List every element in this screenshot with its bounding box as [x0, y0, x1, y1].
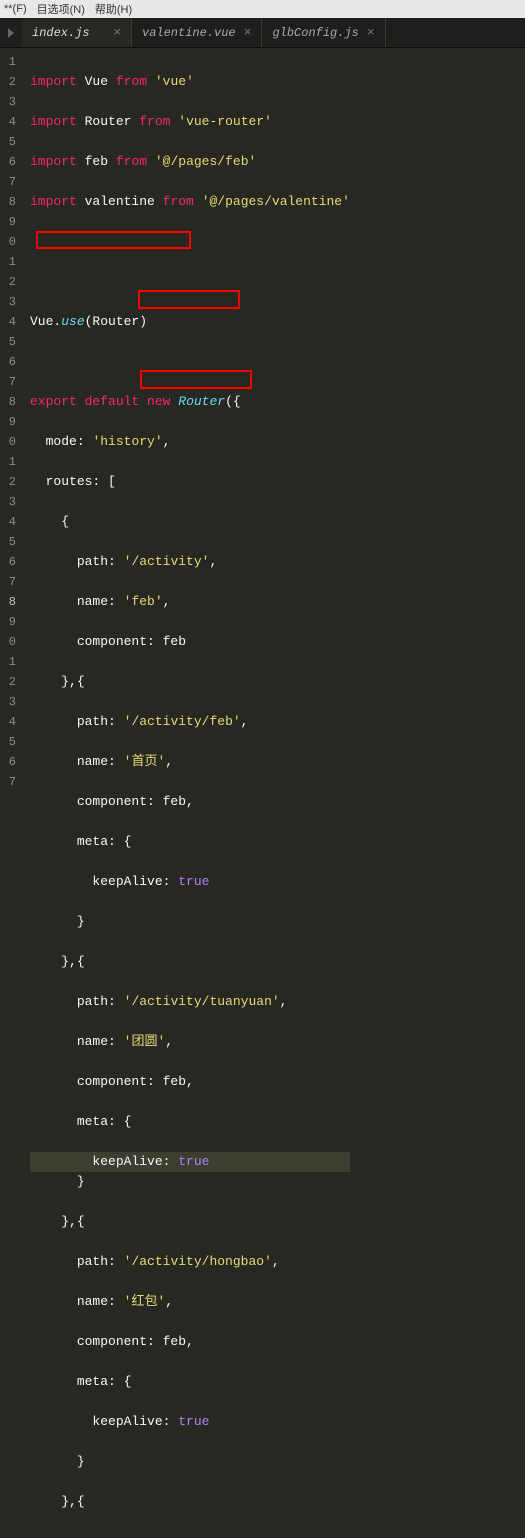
code-line: {	[30, 512, 350, 532]
tab-label: glbConfig.js	[272, 26, 358, 40]
code-content[interactable]: import Vue from 'vue' import Router from…	[22, 48, 350, 769]
line-number: 1	[0, 252, 16, 272]
line-number: 7	[0, 572, 16, 592]
line-number: 9	[0, 412, 16, 432]
close-icon[interactable]: ×	[244, 25, 252, 40]
line-number: 0	[0, 632, 16, 652]
code-line: routes: [	[30, 472, 350, 492]
line-number: 4	[0, 312, 16, 332]
highlight-box-activity-feb	[140, 370, 252, 389]
code-line: meta: {	[30, 1112, 350, 1132]
code-line: },{	[30, 672, 350, 692]
line-number: 7	[0, 172, 16, 192]
code-line: keepAlive: true	[30, 872, 350, 892]
menu-bar: **(F) 目选项(N) 帮助(H)	[0, 0, 525, 18]
code-line: keepAlive: true	[30, 1412, 350, 1432]
line-number: 7	[0, 372, 16, 392]
line-number: 1	[0, 652, 16, 672]
line-number: 1	[0, 52, 16, 72]
code-line: Vue.use(Router)	[30, 312, 350, 332]
code-line: component: feb,	[30, 792, 350, 812]
line-number: 3	[0, 492, 16, 512]
tab-bar: index.js × valentine.vue × glbConfig.js …	[0, 18, 525, 48]
tab-valentine-vue[interactable]: valentine.vue ×	[132, 18, 262, 47]
code-editor[interactable]: 1 2 3 4 5 6 7 8 9 0 1 2 3 4 5 6 7 8 9 0 …	[0, 48, 525, 769]
code-line	[30, 272, 350, 292]
code-line: },{	[30, 1212, 350, 1232]
code-line	[30, 352, 350, 372]
line-number: 7	[0, 772, 16, 792]
line-number: 2	[0, 472, 16, 492]
line-number: 2	[0, 72, 16, 92]
code-line: name: '首页',	[30, 752, 350, 772]
code-line: },{	[30, 1492, 350, 1512]
code-line: import feb from '@/pages/feb'	[30, 152, 350, 172]
line-number: 3	[0, 292, 16, 312]
code-line: path: '/activity/hongbao',	[30, 1252, 350, 1272]
line-number: 4	[0, 112, 16, 132]
line-number: 1	[0, 452, 16, 472]
code-line: path: '/activity/tuanyuan',	[30, 992, 350, 1012]
code-line: import valentine from '@/pages/valentine…	[30, 192, 350, 212]
code-line: },{	[30, 952, 350, 972]
code-line: keepAlive: true	[30, 1152, 350, 1172]
line-number: 3	[0, 92, 16, 112]
code-line: component: feb	[30, 632, 350, 652]
line-number: 5	[0, 532, 16, 552]
tab-label: index.js	[32, 26, 90, 40]
close-icon[interactable]: ×	[367, 25, 375, 40]
line-number: 6	[0, 152, 16, 172]
line-number: 6	[0, 752, 16, 772]
line-number: 0	[0, 432, 16, 452]
code-line: import Router from 'vue-router'	[30, 112, 350, 132]
tab-label: valentine.vue	[142, 26, 236, 40]
line-number: 5	[0, 732, 16, 752]
tab-index-js[interactable]: index.js ×	[22, 18, 132, 47]
line-number: 4	[0, 512, 16, 532]
line-number: 9	[0, 612, 16, 632]
line-number: 8	[0, 592, 16, 612]
code-line: path: '/activity/feb',	[30, 712, 350, 732]
line-number: 0	[0, 232, 16, 252]
highlight-box-activity	[138, 290, 240, 309]
code-line: name: '团圆',	[30, 1032, 350, 1052]
code-line: meta: {	[30, 832, 350, 852]
code-line: }	[30, 912, 350, 932]
line-number: 2	[0, 672, 16, 692]
code-line: name: 'feb',	[30, 592, 350, 612]
tab-dropdown[interactable]	[0, 18, 22, 47]
line-number: 8	[0, 192, 16, 212]
code-line	[30, 232, 350, 252]
code-line: meta: {	[30, 1372, 350, 1392]
menu-item[interactable]: 帮助(H)	[95, 1, 132, 17]
line-number: 8	[0, 392, 16, 412]
close-icon[interactable]: ×	[113, 25, 121, 40]
line-number: 5	[0, 332, 16, 352]
line-number-gutter: 1 2 3 4 5 6 7 8 9 0 1 2 3 4 5 6 7 8 9 0 …	[0, 48, 22, 769]
code-line: component: feb,	[30, 1332, 350, 1352]
code-line: }	[30, 1452, 350, 1472]
tab-glbconfig-js[interactable]: glbConfig.js ×	[262, 18, 385, 47]
menu-item[interactable]: **(F)	[4, 3, 27, 15]
code-line: import Vue from 'vue'	[30, 72, 350, 92]
line-number: 2	[0, 272, 16, 292]
code-line: name: '红包',	[30, 1292, 350, 1312]
menu-item[interactable]: 目选项(N)	[37, 1, 85, 17]
code-line: path: '/activity',	[30, 552, 350, 572]
line-number: 5	[0, 132, 16, 152]
code-line: export default new Router({	[30, 392, 350, 412]
line-number: 6	[0, 552, 16, 572]
chevron-right-icon	[8, 28, 14, 38]
line-number: 3	[0, 692, 16, 712]
line-number: 6	[0, 352, 16, 372]
code-line: component: feb,	[30, 1072, 350, 1092]
code-line: mode: 'history',	[30, 432, 350, 452]
code-line: }	[30, 1172, 350, 1192]
line-number: 9	[0, 212, 16, 232]
line-number: 4	[0, 712, 16, 732]
